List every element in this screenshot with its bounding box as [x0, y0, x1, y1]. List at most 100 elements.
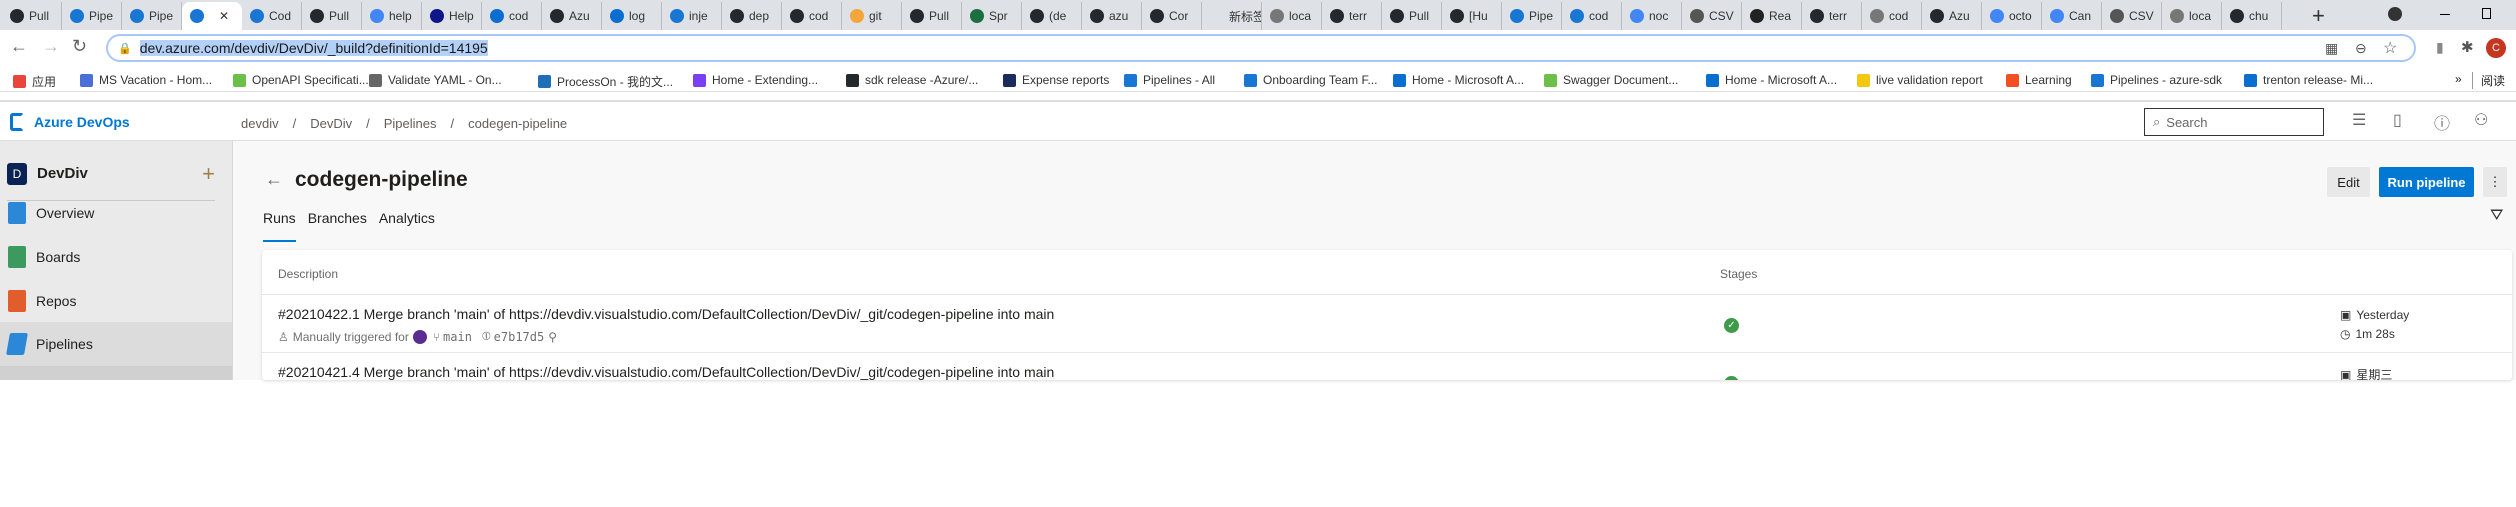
sidebar-item-pipelines[interactable]: Pipelines: [0, 322, 232, 366]
browser-tab[interactable]: terr: [1802, 2, 1862, 30]
browser-tab[interactable]: dep: [722, 2, 782, 30]
stage-succeeded-icon[interactable]: [1724, 376, 1739, 380]
new-tab-button[interactable]: +: [2312, 3, 2325, 29]
bookmark-item[interactable]: Swagger Document...: [1544, 73, 1678, 87]
browser-tab[interactable]: 新标签: [1202, 2, 1262, 30]
browser-tab[interactable]: Pipe: [122, 2, 182, 30]
address-bar[interactable]: 🔒 dev.azure.com/devdiv/DevDiv/_build?def…: [106, 34, 2416, 62]
browser-tab[interactable]: Pipe: [62, 2, 122, 30]
pin-icon[interactable]: ⚲: [548, 330, 557, 344]
sidebar-item-partial[interactable]: [0, 366, 232, 380]
browser-tab[interactable]: Azu: [1922, 2, 1982, 30]
bookmark-item[interactable]: Onboarding Team F...: [1244, 73, 1378, 87]
sidebar-item-boards[interactable]: Boards: [0, 235, 232, 279]
browser-tab[interactable]: cod: [782, 2, 842, 30]
bookmark-item[interactable]: Learning: [2006, 73, 2072, 87]
breadcrumb-project[interactable]: DevDiv: [310, 116, 352, 131]
browser-tab[interactable]: Cod: [242, 2, 302, 30]
browser-tab[interactable]: CSV: [1682, 2, 1742, 30]
browser-tab[interactable]: (de: [1022, 2, 1082, 30]
commit-id[interactable]: e7b17d5: [494, 330, 545, 344]
extension-icon[interactable]: ▮: [2436, 39, 2444, 56]
browser-tab[interactable]: inje: [662, 2, 722, 30]
tab-analytics[interactable]: Analytics: [379, 210, 435, 242]
browser-tab[interactable]: Cor: [1142, 2, 1202, 30]
azure-devops-logo[interactable]: Azure DevOps: [10, 113, 130, 131]
branch-name[interactable]: main: [443, 330, 472, 344]
tab-search-icon[interactable]: [2388, 7, 2402, 21]
browser-tab[interactable]: Spr: [962, 2, 1022, 30]
bookmark-item[interactable]: ProcessOn - 我的文...: [538, 73, 673, 90]
run-title[interactable]: #20210421.4 Merge branch 'main' of https…: [278, 364, 1054, 380]
browser-tab[interactable]: chu: [2222, 2, 2282, 30]
browser-tab[interactable]: CSV: [2102, 2, 2162, 30]
more-actions-button[interactable]: ⋮: [2483, 167, 2507, 197]
browser-tab[interactable]: Pipe: [1502, 2, 1562, 30]
tab-branches[interactable]: Branches: [308, 210, 367, 242]
bookmark-item[interactable]: trenton release- Mi...: [2244, 73, 2373, 87]
bookmark-item[interactable]: Home - Microsoft A...: [1706, 73, 1837, 87]
browser-tab[interactable]: cod: [1562, 2, 1622, 30]
breadcrumb-pipelines[interactable]: Pipelines: [384, 116, 437, 131]
bookmark-item[interactable]: sdk release -Azure/...: [846, 73, 978, 87]
table-row[interactable]: #20210422.1 Merge branch 'main' of https…: [262, 296, 2512, 353]
extensions-puzzle-icon[interactable]: ✱: [2461, 38, 2474, 56]
reload-button[interactable]: ↻: [72, 36, 87, 57]
close-tab-icon[interactable]: ✕: [219, 9, 229, 23]
sidebar-item-overview[interactable]: Overview: [0, 191, 232, 235]
run-title[interactable]: #20210422.1 Merge branch 'main' of https…: [278, 306, 1054, 322]
qr-code-icon[interactable]: ▦: [2325, 40, 2338, 57]
marketplace-bag-icon[interactable]: ▯: [2393, 110, 2402, 130]
browser-tab[interactable]: Pull: [302, 2, 362, 30]
browser-tab[interactable]: Pull: [902, 2, 962, 30]
bookmark-item[interactable]: live validation report: [1857, 73, 1983, 87]
user-settings-icon[interactable]: ⚇: [2474, 110, 2488, 130]
back-arrow-icon[interactable]: ←: [265, 169, 283, 190]
apps-button[interactable]: 应用: [13, 73, 56, 90]
zoom-icon[interactable]: ⊖: [2355, 40, 2367, 57]
forward-button[interactable]: →: [42, 36, 60, 57]
browser-tab[interactable]: log: [602, 2, 662, 30]
stage-succeeded-icon[interactable]: ✓: [1724, 318, 1739, 333]
browser-tab[interactable]: ✕: [182, 2, 242, 30]
bookmark-item[interactable]: Expense reports: [1003, 73, 1109, 87]
browser-tab[interactable]: noc: [1622, 2, 1682, 30]
browser-tab[interactable]: cod: [482, 2, 542, 30]
bookmarks-overflow-button[interactable]: »: [2455, 72, 2462, 86]
add-button[interactable]: +: [202, 161, 215, 187]
browser-tab[interactable]: git: [842, 2, 902, 30]
bookmark-item[interactable]: Validate YAML - On...: [369, 73, 502, 87]
browser-tab[interactable]: Help: [422, 2, 482, 30]
help-icon[interactable]: ⓘ: [2434, 110, 2450, 134]
browser-tab[interactable]: Azu: [542, 2, 602, 30]
restore-button[interactable]: [2482, 8, 2491, 19]
browser-tab[interactable]: Rea: [1742, 2, 1802, 30]
browser-tab[interactable]: [Hu: [1442, 2, 1502, 30]
filter-icon[interactable]: ⛛: [2490, 207, 2503, 225]
bookmark-item[interactable]: Home - Microsoft A...: [1393, 73, 1524, 87]
url-text[interactable]: dev.azure.com/devdiv/DevDiv/_build?defin…: [139, 40, 488, 56]
breadcrumb-pipeline[interactable]: codegen-pipeline: [468, 116, 567, 131]
tab-runs[interactable]: Runs: [263, 210, 296, 242]
bookmark-item[interactable]: Pipelines - azure-sdk: [2091, 73, 2222, 87]
edit-button[interactable]: Edit: [2327, 167, 2370, 197]
back-button[interactable]: ←: [10, 36, 28, 57]
table-row[interactable]: #20210421.4 Merge branch 'main' of https…: [262, 354, 2512, 380]
bookmark-item[interactable]: Home - Extending...: [693, 73, 818, 87]
browser-tab[interactable]: octo: [1982, 2, 2042, 30]
search-input[interactable]: ⌕ Search: [2144, 108, 2324, 136]
minimize-button[interactable]: [2440, 14, 2450, 15]
bookmark-star-icon[interactable]: ☆: [2383, 38, 2397, 58]
bookmark-item[interactable]: MS Vacation - Hom...: [80, 73, 212, 87]
browser-tab[interactable]: azu: [1082, 2, 1142, 30]
browser-tab[interactable]: loca: [1262, 2, 1322, 30]
reading-list-button[interactable]: 阅读: [2472, 72, 2505, 89]
sidebar-item-repos[interactable]: Repos: [0, 279, 232, 323]
browser-tab[interactable]: Pull: [2, 2, 62, 30]
profile-avatar[interactable]: C: [2486, 38, 2506, 58]
breadcrumb-org[interactable]: devdiv: [241, 116, 279, 131]
browser-tab[interactable]: terr: [1322, 2, 1382, 30]
work-items-list-icon[interactable]: ☰: [2352, 110, 2366, 130]
run-pipeline-button[interactable]: Run pipeline: [2379, 167, 2474, 197]
browser-tab[interactable]: cod: [1862, 2, 1922, 30]
